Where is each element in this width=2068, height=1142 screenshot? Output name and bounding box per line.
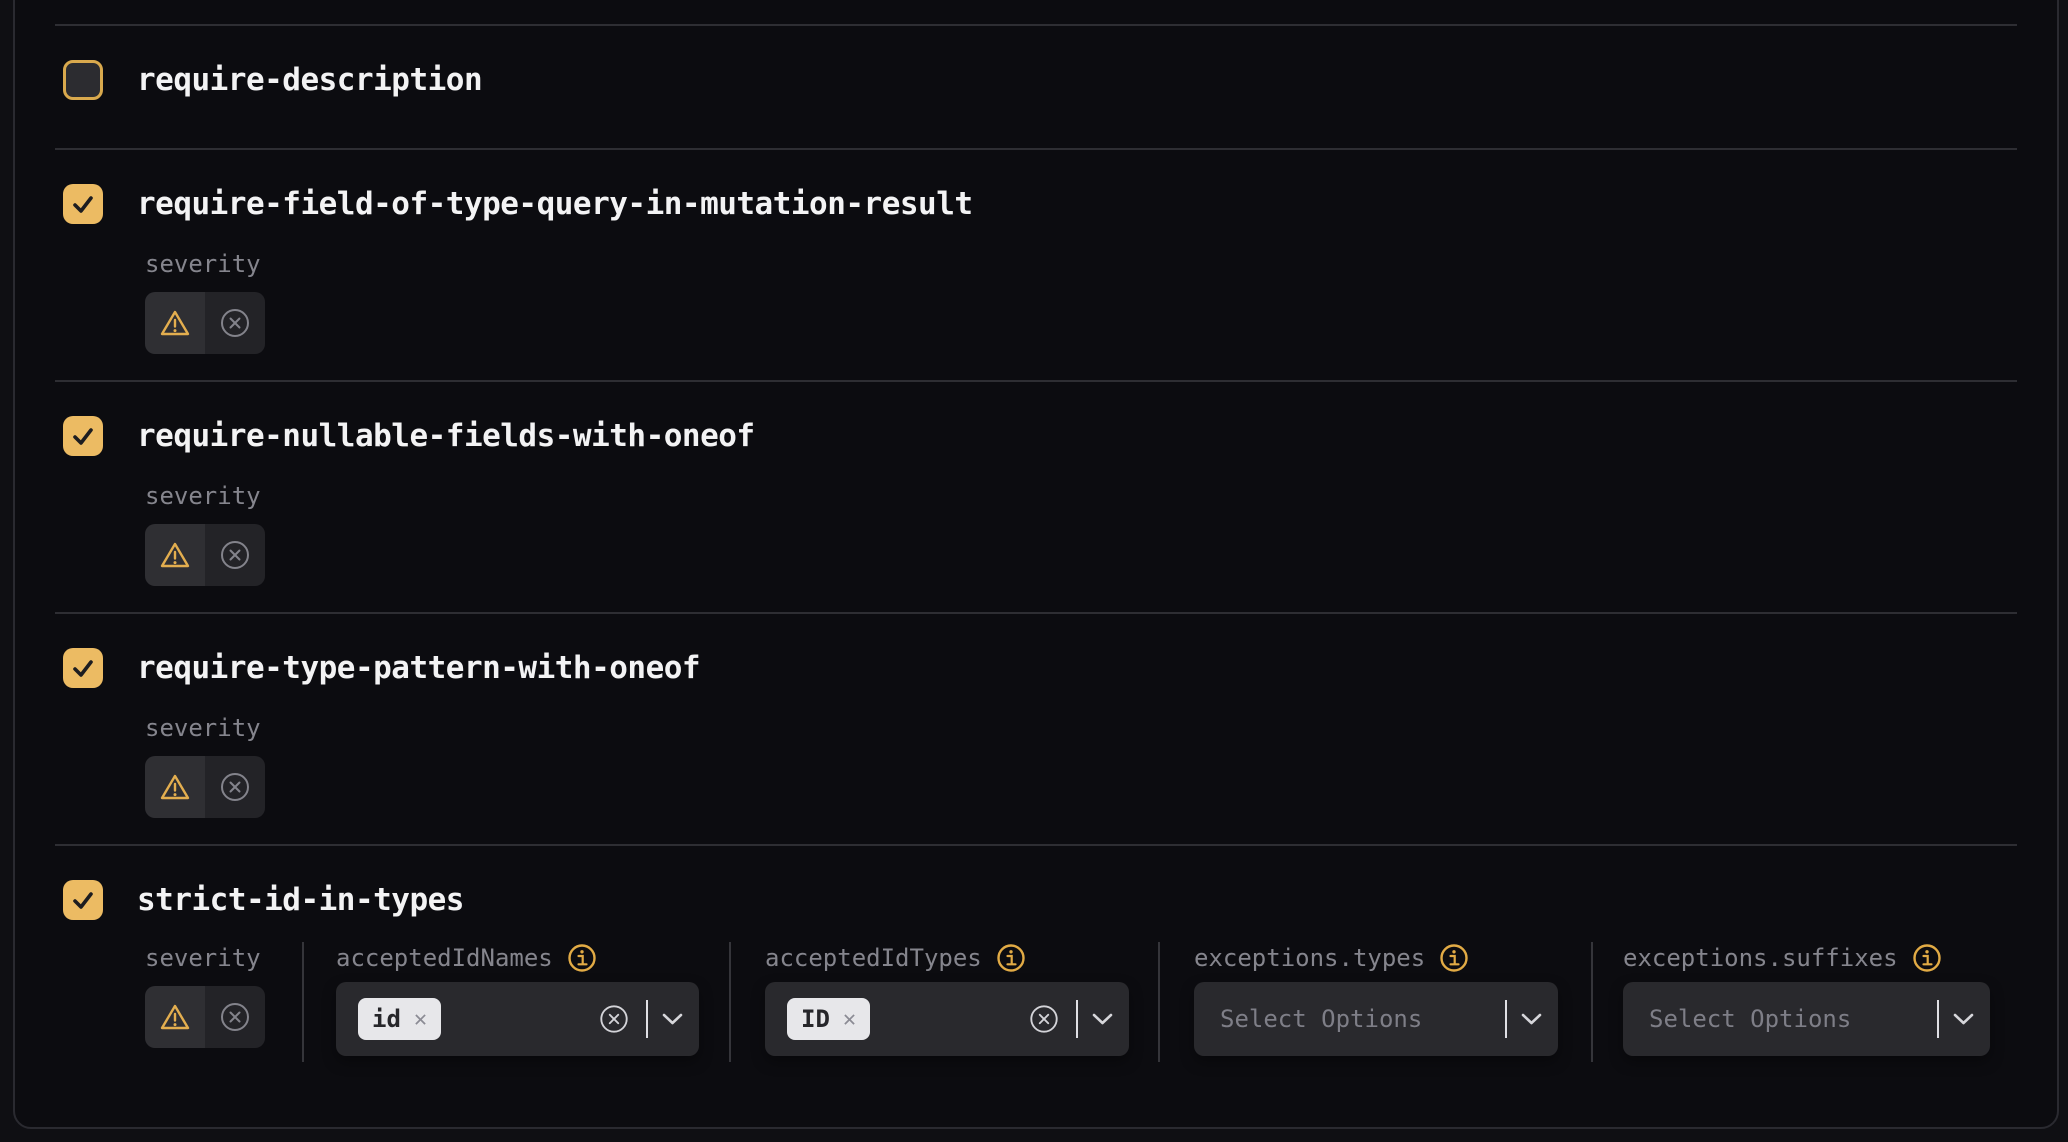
rule-checkbox-require-field-of-type-query-in-mutation-result[interactable] [63, 184, 103, 224]
option-column-exceptions-suffixes: exceptions.suffixes Select Options [1591, 942, 1990, 1062]
option-column-exceptions-types: exceptions.types Select Options [1158, 942, 1591, 1062]
clear-all-icon[interactable] [1028, 1003, 1060, 1035]
severity-off-button[interactable] [205, 756, 265, 818]
option-label: acceptedIdTypes [765, 942, 982, 974]
exceptions-types-select[interactable]: Select Options [1194, 982, 1558, 1056]
severity-off-button[interactable] [205, 524, 265, 586]
field-separator [1505, 1000, 1507, 1038]
circle-x-icon [218, 538, 252, 572]
chevron-down-icon[interactable] [1953, 1013, 1974, 1025]
rule-row-require-description: require-description [55, 24, 2017, 148]
screen: require-description require-field-of-typ… [0, 0, 2068, 1142]
warning-icon [159, 1003, 191, 1032]
rule-row-strict-id-in-types: strict-id-in-types severity [55, 844, 2017, 1125]
circle-x-icon [218, 306, 252, 340]
option-label: exceptions.types [1194, 942, 1425, 974]
option-column-acceptedIdNames: acceptedIdNames id ✕ [302, 942, 729, 1062]
check-icon [71, 192, 95, 216]
info-icon[interactable] [1912, 943, 1942, 973]
severity-warn-button[interactable] [145, 292, 205, 354]
acceptedIdNames-multiselect[interactable]: id ✕ [336, 982, 699, 1056]
field-separator [1937, 1000, 1939, 1038]
select-placeholder: Select Options [1216, 1005, 1422, 1033]
rule-label: strict-id-in-types [137, 882, 464, 918]
severity-toggle-group [145, 986, 265, 1048]
acceptedIdTypes-multiselect[interactable]: ID ✕ [765, 982, 1129, 1056]
rule-checkbox-strict-id-in-types[interactable] [63, 880, 103, 920]
severity-toggle-group [145, 756, 265, 818]
option-label: exceptions.suffixes [1623, 942, 1898, 974]
check-icon [71, 656, 95, 680]
info-icon[interactable] [1439, 943, 1469, 973]
remove-tag-icon[interactable]: ✕ [843, 1007, 856, 1032]
severity-warn-button[interactable] [145, 986, 205, 1048]
rule-row-require-type-pattern-with-oneof: require-type-pattern-with-oneof severity [55, 612, 2017, 844]
select-placeholder: Select Options [1645, 1005, 1851, 1033]
severity-label: severity [145, 248, 2017, 280]
rule-row-require-field-of-type-query-in-mutation-result: require-field-of-type-query-in-mutation-… [55, 148, 2017, 380]
severity-label: severity [145, 480, 2017, 512]
warning-icon [159, 773, 191, 802]
severity-off-button[interactable] [205, 986, 265, 1048]
severity-toggle-group [145, 292, 265, 354]
info-icon[interactable] [567, 943, 597, 973]
option-column-severity: severity [145, 942, 302, 1062]
check-icon [71, 424, 95, 448]
rule-checkbox-require-type-pattern-with-oneof[interactable] [63, 648, 103, 688]
rules-list: require-description require-field-of-typ… [55, 0, 2017, 1125]
exceptions-suffixes-select[interactable]: Select Options [1623, 982, 1990, 1056]
severity-warn-button[interactable] [145, 524, 205, 586]
severity-warn-button[interactable] [145, 756, 205, 818]
chevron-down-icon[interactable] [1521, 1013, 1542, 1025]
rule-checkbox-require-nullable-fields-with-oneof[interactable] [63, 416, 103, 456]
strict-id-options-row: severity [145, 942, 2017, 1062]
rule-checkbox-require-description[interactable] [63, 60, 103, 100]
clear-all-icon[interactable] [598, 1003, 630, 1035]
option-column-acceptedIdTypes: acceptedIdTypes ID ✕ [729, 942, 1158, 1062]
severity-off-button[interactable] [205, 292, 265, 354]
rule-label: require-field-of-type-query-in-mutation-… [137, 186, 973, 222]
check-icon [71, 888, 95, 912]
tag-chip-label: id [372, 1005, 401, 1033]
tag-chip-label: ID [801, 1005, 830, 1033]
warning-icon [159, 541, 191, 570]
warning-icon [159, 309, 191, 338]
field-separator [646, 1000, 648, 1038]
severity-label: severity [145, 712, 2017, 744]
field-separator [1076, 1000, 1078, 1038]
tag-chip[interactable]: id ✕ [358, 998, 441, 1040]
rule-label: require-type-pattern-with-oneof [137, 650, 700, 686]
rule-label: require-nullable-fields-with-oneof [137, 418, 755, 454]
option-label: acceptedIdNames [336, 942, 553, 974]
rule-row-require-nullable-fields-with-oneof: require-nullable-fields-with-oneof sever… [55, 380, 2017, 612]
chevron-down-icon[interactable] [662, 1013, 683, 1025]
remove-tag-icon[interactable]: ✕ [414, 1007, 427, 1032]
rules-panel: require-description require-field-of-typ… [13, 0, 2059, 1129]
tag-chip[interactable]: ID ✕ [787, 998, 870, 1040]
severity-label: severity [145, 942, 261, 974]
rule-label: require-description [137, 62, 482, 98]
info-icon[interactable] [996, 943, 1026, 973]
circle-x-icon [218, 1000, 252, 1034]
chevron-down-icon[interactable] [1092, 1013, 1113, 1025]
severity-toggle-group [145, 524, 265, 586]
circle-x-icon [218, 770, 252, 804]
